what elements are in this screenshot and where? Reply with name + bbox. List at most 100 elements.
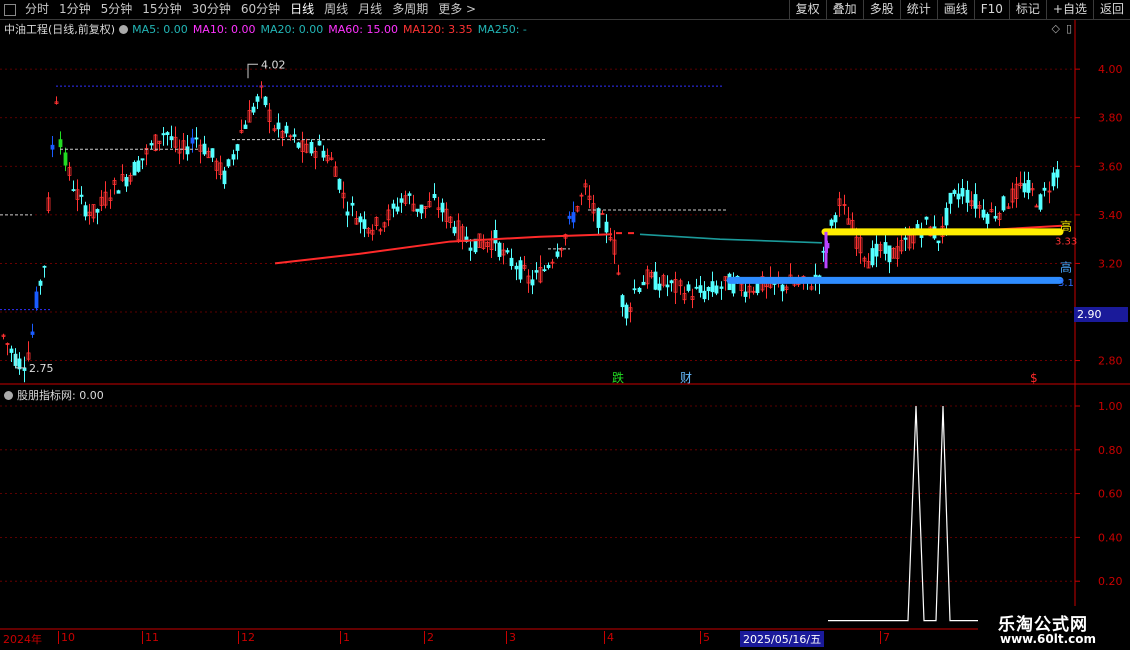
- candle-body-10: [42, 265, 47, 268]
- candle-body-228: [936, 240, 941, 244]
- candle-body-105: [432, 193, 437, 199]
- candle-body-77: [317, 140, 322, 146]
- candle-body-15: [63, 152, 68, 166]
- candle-body-156: [641, 281, 646, 286]
- candle-body-8: [34, 291, 39, 309]
- date-year-label: 2024年: [3, 633, 42, 646]
- date-month-4: 2: [424, 631, 434, 644]
- candle-body-203: [833, 215, 838, 223]
- indicator-line: [828, 405, 978, 622]
- price-tick-label-6: 2.80: [1098, 355, 1123, 368]
- candle-body-120: [493, 230, 498, 244]
- candle-body-20: [83, 205, 88, 217]
- candle-body-47: [194, 137, 199, 140]
- candle-body-75: [309, 141, 314, 154]
- candle-body-123: [505, 250, 510, 253]
- date-month-1: 11: [142, 631, 159, 644]
- high-tag-blue: 高: [1060, 260, 1072, 275]
- candle-body-95: [391, 203, 396, 209]
- candle-body-190: [780, 284, 785, 292]
- candle-body-130: [534, 270, 539, 273]
- candle-body-129: [530, 279, 535, 286]
- candle-body-173: [710, 281, 715, 293]
- candle-body-225: [924, 216, 929, 220]
- price-tick-label-2: 3.60: [1098, 160, 1123, 173]
- candle-body-237: [973, 194, 978, 209]
- candle-body-169: [694, 286, 699, 289]
- candle-body-2: [9, 348, 14, 353]
- candle-body-216: [887, 245, 892, 263]
- candle-body-41: [169, 136, 174, 141]
- date-month-7: 5: [700, 631, 710, 644]
- candle-body-253: [1038, 194, 1043, 210]
- candle-body-56: [231, 154, 236, 160]
- candle-body-121: [497, 242, 502, 257]
- candle-body-57: [235, 144, 240, 151]
- ma-teal-line: [639, 233, 823, 244]
- candle-body-234: [960, 188, 965, 197]
- candle-body-159: [653, 271, 658, 290]
- sub-tick-label-2: 0.60: [1098, 488, 1123, 501]
- sub-tick-label-4: 0.20: [1098, 575, 1123, 588]
- candle-body-135: [555, 251, 560, 257]
- event-dollar-marker: $: [1030, 371, 1038, 385]
- candle-body-33: [136, 160, 141, 172]
- candle-body-230: [944, 207, 949, 226]
- price-tick-label-1: 3.80: [1098, 112, 1123, 125]
- candle-body-7: [30, 331, 35, 335]
- candle-body-61: [251, 106, 256, 113]
- candle-body-54: [222, 170, 227, 185]
- kline-chart[interactable]: 4.003.803.603.403.203.002.801.000.800.60…: [0, 0, 1130, 650]
- candle-body-155: [637, 287, 642, 293]
- candle-body-40: [165, 132, 170, 136]
- candle-body-9: [38, 280, 43, 286]
- candle-body-45: [185, 146, 190, 155]
- candle-body-78: [321, 150, 326, 158]
- candle-body-202: [829, 219, 834, 226]
- candle-body-163: [669, 280, 674, 284]
- candle-body-184: [755, 282, 760, 294]
- sub-tick-label-1: 0.80: [1098, 444, 1123, 457]
- candle-body-30: [124, 177, 129, 187]
- watermark-url: www.60lt.com: [1000, 632, 1097, 646]
- candle-body-46: [190, 137, 195, 144]
- candle-body-132: [542, 269, 547, 272]
- candle-body-97: [399, 198, 404, 203]
- candle-body-147: [604, 221, 609, 233]
- candle-body-125: [514, 265, 519, 270]
- candle-body-254: [1042, 187, 1047, 191]
- sub-tick-label-3: 0.40: [1098, 531, 1123, 544]
- candle-body-220: [903, 237, 908, 240]
- date-month-6: 4: [604, 631, 614, 644]
- candle-body-28: [116, 190, 121, 194]
- date-month-2: 12: [238, 631, 255, 644]
- price-tick-label-0: 4.00: [1098, 63, 1123, 76]
- candle-body-160: [657, 283, 662, 291]
- date-axis: 2024年 10 11 12 1 2 3 4 5 7 2025/05/16/五: [0, 630, 1075, 648]
- candle-body-88: [362, 219, 367, 229]
- candle-body-162: [665, 284, 670, 288]
- candle-body-34: [140, 158, 145, 161]
- candle-body-235: [965, 189, 970, 203]
- candle-body-107: [440, 202, 445, 213]
- date-month-0: 10: [58, 631, 75, 644]
- candle-body-126: [518, 260, 523, 280]
- candle-body-249: [1022, 183, 1027, 193]
- candle-body-242: [993, 215, 998, 219]
- candle-body-55: [226, 159, 231, 167]
- candle-body-171: [702, 290, 707, 300]
- high-tag-blue-value: 3.1: [1058, 278, 1074, 289]
- candle-body-212: [870, 248, 875, 266]
- sub-chart: [828, 405, 978, 622]
- candle-body-170: [698, 285, 703, 293]
- candle-body-85: [350, 202, 355, 206]
- candle-body-244: [1001, 196, 1006, 211]
- candle-body-175: [719, 286, 724, 289]
- candle-body-233: [956, 193, 961, 200]
- low-label: 2.75: [29, 362, 54, 375]
- candle-body-84: [345, 211, 350, 216]
- event-fall-marker: 跌: [612, 370, 624, 385]
- candle-body-240: [985, 213, 990, 224]
- date-month-8: 7: [880, 631, 890, 644]
- overlays: [0, 85, 1064, 311]
